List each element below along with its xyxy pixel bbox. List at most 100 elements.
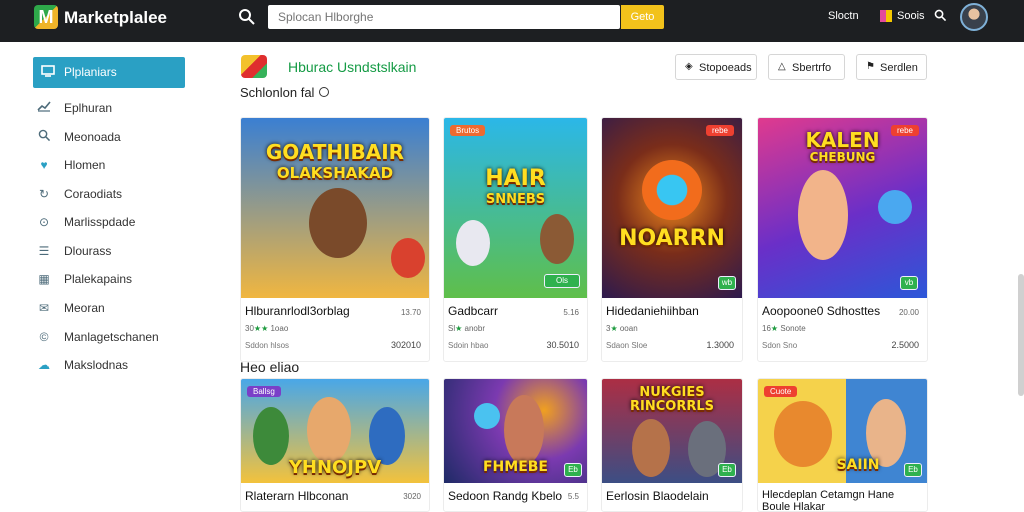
- game-subtitle: Sddon hlsos: [245, 341, 290, 350]
- game-tag: Cuote: [764, 386, 798, 397]
- download-badge[interactable]: vb: [900, 276, 918, 290]
- game-thumbnail: GOATHIBAIR OLAKSHAKAD: [241, 118, 429, 298]
- game-title: Gadbcarr: [448, 304, 499, 318]
- filter-button-3[interactable]: ⚑ Serdlen: [856, 54, 927, 80]
- sidebar-item-active[interactable]: Plplaniars: [33, 57, 185, 88]
- game-tag: Brutos: [450, 125, 486, 136]
- game-card[interactable]: NUKGIES RINCORRLS Eb Eerlosin Blaodelain: [601, 378, 743, 512]
- sidebar-item-label: Meoran: [64, 301, 105, 315]
- game-price: 2.5000: [891, 340, 919, 350]
- game-thumbnail: NUKGIES RINCORRLS Eb: [602, 379, 742, 483]
- game-thumbnail: rebe KALEN CHEBUNG vb: [758, 118, 927, 298]
- game-card[interactable]: rebe KALEN CHEBUNG vb Aoopoone0 Sdhostte…: [757, 117, 928, 362]
- sort-label: Schlonlon fal: [240, 85, 315, 100]
- cloud-icon: ☁: [38, 358, 50, 372]
- art-title: YHNOJPV: [288, 457, 382, 478]
- settings-icon: ⊙: [38, 215, 50, 229]
- rating-count: ooan: [619, 324, 638, 333]
- search-input[interactable]: [268, 5, 620, 29]
- triangle-icon: △: [778, 61, 786, 72]
- game-card[interactable]: rebe NOARRN wb Hidedaniehiihban 3★ ooan …: [601, 117, 743, 362]
- game-card[interactable]: Cuote SAIIN Eb Hlecdeplan Cetamgn Hane B…: [757, 378, 928, 512]
- top-link-1[interactable]: Sloctn: [828, 10, 859, 22]
- game-card[interactable]: GOATHIBAIR OLAKSHAKAD Hlburanrlodl3orbla…: [240, 117, 430, 362]
- game-meta: 5.16: [563, 308, 579, 317]
- game-subtitle: Sdon Sno: [762, 341, 798, 350]
- grid-icon: ▦: [38, 272, 50, 286]
- sidebar-item-dlourass[interactable]: ☰ Dlourass: [36, 242, 196, 262]
- game-rating: 16★ Sonote: [762, 324, 806, 333]
- sidebar-item-plalekapains[interactable]: ▦ Plalekapains: [36, 270, 196, 290]
- scrollbar[interactable]: [1018, 274, 1024, 396]
- game-rating: 3★ ooan: [606, 324, 638, 333]
- rating-stars-icon: ★★: [253, 324, 269, 333]
- sidebar-item-coraodiats[interactable]: ↻ Coraodiats: [36, 185, 196, 205]
- search-button[interactable]: Geto: [621, 5, 664, 29]
- tag-icon: ◈: [685, 61, 693, 72]
- game-subtitle: Sdaon Sloe: [606, 341, 648, 350]
- sort-radio[interactable]: [319, 87, 329, 97]
- rating-value: 30: [245, 324, 254, 333]
- sidebar-item-label: Eplhuran: [64, 101, 113, 115]
- sidebar-item-label: Coraodiats: [64, 187, 123, 201]
- game-thumbnail: FHMEBE Eb: [444, 379, 587, 483]
- character-figure: [456, 220, 490, 266]
- game-card[interactable]: FHMEBE Eb Sedoon Randg Kbelo 5.5: [443, 378, 588, 512]
- mail-icon: ✉: [38, 301, 50, 315]
- rating-stars-icon: ★: [455, 324, 463, 333]
- character-figure: [798, 170, 848, 260]
- game-price: 30.5010: [546, 340, 579, 350]
- sidebar-item-label: Plalekapains: [64, 272, 133, 286]
- creature-figure: [878, 190, 912, 224]
- download-badge[interactable]: wb: [718, 276, 736, 290]
- avatar[interactable]: [960, 3, 988, 31]
- game-tag: Ballsg: [247, 386, 281, 397]
- filter-label: Serdlen: [880, 62, 918, 74]
- download-badge[interactable]: Eb: [904, 463, 922, 477]
- flag-icon: ⚑: [866, 61, 875, 72]
- logo-icon[interactable]: M: [34, 5, 58, 29]
- art-subtitle: OLAKSHAKAD: [276, 164, 394, 182]
- list-icon: ☰: [38, 244, 50, 258]
- game-title: Aoopoone0 Sdhosttes: [762, 304, 881, 318]
- sidebar-item-makslodnas[interactable]: ☁ Makslodnas: [36, 356, 196, 376]
- rating-value: 16: [762, 324, 771, 333]
- art-subtitle: CHEBUNG: [809, 150, 876, 164]
- download-badge[interactable]: Ols: [544, 274, 580, 288]
- sidebar-item-label: Hlomen: [64, 158, 106, 172]
- game-title: Hidedaniehiihban: [606, 304, 699, 318]
- section-title: Hburac Usndstslkain: [288, 59, 417, 75]
- filter-label: Stopoeads: [699, 62, 752, 74]
- sidebar-item-label: Plplaniars: [64, 65, 117, 79]
- game-card[interactable]: Brutos HAIR SNNEBS Ols Gadbcarr 5.16 Sl★…: [443, 117, 588, 362]
- sidebar-item-manlagetschanen[interactable]: © Manlagetschanen: [36, 328, 196, 348]
- monitor-icon: [41, 65, 55, 77]
- app-name[interactable]: Marketplalee: [64, 8, 167, 28]
- filter-button-1[interactable]: ◈ Stopoeads: [675, 54, 757, 80]
- sidebar-item-label: Meonoada: [64, 130, 121, 144]
- sidebar-item-meoran[interactable]: ✉ Meoran: [36, 299, 196, 319]
- game-title: Hlecdeplan Cetamgn Hane: [762, 489, 895, 501]
- rating-count: 1oao: [270, 324, 289, 333]
- rating-stars-icon: ★: [770, 324, 779, 333]
- download-badge[interactable]: Eb: [564, 463, 582, 477]
- rating-count: Sonote: [780, 324, 806, 333]
- game-thumbnail: Ballsg YHNOJPV: [241, 379, 429, 483]
- game-meta: 3020: [403, 492, 421, 501]
- game-title-line2: Boule Hlakar: [762, 501, 825, 512]
- game-meta: 13.70: [400, 308, 421, 317]
- game-meta: 5.5: [567, 492, 579, 501]
- sidebar-item-hlomen[interactable]: ♥ Hlomen: [36, 156, 196, 176]
- game-card[interactable]: Ballsg YHNOJPV Rlaterarn Hlbconan 3020: [240, 378, 430, 512]
- sidebar-item-meonoada[interactable]: Meonoada: [36, 128, 196, 148]
- sidebar-item-eplhuran[interactable]: Eplhuran: [36, 99, 196, 119]
- badge-icon: ©: [39, 330, 49, 344]
- sidebar-item-label: Makslodnas: [64, 358, 129, 372]
- top-link-2[interactable]: Soois: [897, 10, 925, 22]
- sidebar-item-marlisspdade[interactable]: ⊙ Marlisspdade: [36, 213, 196, 233]
- art-subtitle: SNNEBS: [485, 192, 546, 207]
- top-bar: M Marketplalee Geto Sloctn Soois: [0, 0, 1024, 42]
- filter-button-2[interactable]: △ Sbertrfo: [768, 54, 845, 80]
- download-badge[interactable]: Eb: [718, 463, 736, 477]
- header-search-icon[interactable]: [934, 9, 947, 25]
